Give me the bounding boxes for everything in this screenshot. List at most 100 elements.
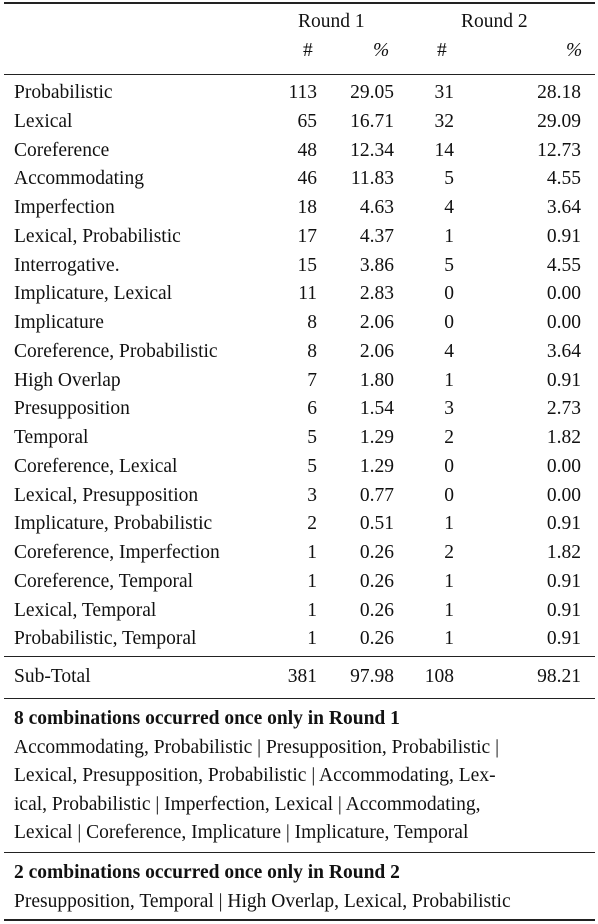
r2-percent: 0.91 — [546, 599, 581, 621]
subtotal-row: Sub-Total 381 97.98 108 98.21 — [0, 663, 598, 692]
table-row: Probabilistic, Temporal 1 0.26 1 0.91 — [0, 625, 598, 654]
r2-percent: 29.09 — [537, 110, 581, 132]
table-row: Coreference 48 12.34 14 12.73 — [0, 137, 598, 166]
note-round-1: 8 combinations occurred once only in Rou… — [14, 705, 589, 848]
r2-count: 1 — [444, 599, 454, 621]
r2-percent: 0.00 — [546, 283, 581, 305]
r1-count: 8 — [307, 312, 317, 333]
row-label: Implicature — [14, 312, 104, 333]
r2-percent: 0.00 — [546, 484, 581, 506]
r2-count: 0 — [444, 312, 454, 333]
notes-rule-1 — [4, 698, 595, 700]
r1-percent: 2.06 — [359, 340, 394, 362]
header-round-1: Round 1 — [298, 11, 365, 32]
r1-count: 18 — [297, 197, 318, 218]
header-rule — [4, 74, 595, 76]
row-label: Implicature, Probabilistic — [14, 513, 213, 535]
r2-count: 1 — [444, 369, 454, 391]
r2-count: 32 — [434, 110, 455, 132]
r2-count: 2 — [444, 427, 454, 448]
r2-count: 4 — [444, 197, 454, 218]
table-row: Lexical, Presupposition 3 0.77 0 0.00 — [0, 482, 598, 511]
row-label: High Overlap — [14, 369, 121, 391]
row-label: Coreference, Probabilistic — [14, 340, 218, 362]
r1-percent: 4.37 — [359, 225, 394, 247]
table-row: Lexical, Temporal 1 0.26 1 0.91 — [0, 597, 598, 626]
r1-percent: 0.26 — [359, 599, 394, 621]
table-row: Probabilistic 113 29.05 31 28.18 — [0, 79, 598, 108]
table-row: Implicature, Lexical 11 2.83 0 0.00 — [0, 280, 598, 309]
r1-count: 113 — [288, 82, 317, 103]
note-title: 8 combinations occurred once only in Rou… — [14, 708, 400, 729]
r1-percent: 1.80 — [359, 369, 394, 391]
r2-count: 31 — [434, 82, 455, 103]
row-label: Presupposition — [14, 398, 130, 420]
row-label: Lexical, Probabilistic — [14, 225, 181, 247]
r2-percent: 1.82 — [546, 427, 581, 448]
note-line: Lexical, Presupposition, Probabilistic |… — [14, 765, 496, 787]
subtotal-r2-count: 108 — [424, 666, 454, 687]
r1-percent: 0.77 — [359, 484, 394, 506]
subtotal-r2-pct: 98.21 — [537, 666, 581, 687]
note-round-2: 2 combinations occurred once only in Rou… — [14, 859, 589, 916]
table-row: Lexical 65 16.71 32 29.09 — [0, 108, 598, 137]
r2-count: 2 — [444, 542, 454, 563]
r2-count: 14 — [434, 139, 455, 161]
table-row: Coreference, Lexical 5 1.29 0 0.00 — [0, 453, 598, 482]
r1-percent: 1.29 — [359, 427, 394, 448]
r1-count: 1 — [307, 542, 317, 563]
table-row: Temporal 5 1.29 2 1.82 — [0, 424, 598, 453]
row-label: Probabilistic, Temporal — [14, 628, 197, 650]
notes-rule-2 — [4, 852, 595, 854]
row-label: Interrogative. — [14, 254, 120, 276]
table-row: Coreference, Imperfection 1 0.26 2 1.82 — [0, 539, 598, 568]
r1-percent: 1.29 — [359, 455, 394, 477]
row-label: Lexical, Temporal — [14, 599, 157, 621]
r1-count: 1 — [307, 599, 317, 621]
r2-percent: 0.00 — [546, 455, 581, 477]
r2-count: 0 — [444, 455, 454, 477]
r2-percent: 1.82 — [546, 542, 581, 563]
row-label: Probabilistic — [14, 82, 113, 103]
table-row: Lexical, Probabilistic 17 4.37 1 0.91 — [0, 223, 598, 252]
subtotal-rule — [4, 656, 595, 658]
header-r2-count: # — [437, 40, 447, 61]
r2-count: 1 — [444, 513, 454, 535]
r2-percent: 0.91 — [546, 225, 581, 247]
r2-count: 0 — [444, 484, 454, 506]
row-label: Coreference — [14, 139, 110, 161]
r2-percent: 4.55 — [546, 168, 581, 190]
r1-count: 1 — [307, 628, 317, 650]
note-title: 2 combinations occurred once only in Rou… — [14, 862, 400, 883]
r1-count: 48 — [297, 139, 318, 161]
subtotal-label: Sub-Total — [14, 666, 91, 687]
r1-percent: 16.71 — [350, 110, 394, 132]
row-label: Lexical, Presupposition — [14, 484, 199, 506]
r2-percent: 0.91 — [546, 513, 581, 535]
table-row: Presupposition 6 1.54 3 2.73 — [0, 395, 598, 424]
table-row: Coreference, Probabilistic 8 2.06 4 3.64 — [0, 338, 598, 367]
r2-percent: 0.91 — [546, 570, 581, 592]
r1-count: 3 — [307, 484, 317, 506]
table-row: Implicature, Probabilistic 2 0.51 1 0.91 — [0, 510, 598, 539]
r2-count: 1 — [444, 225, 454, 247]
table-row: High Overlap 7 1.80 1 0.91 — [0, 367, 598, 396]
r1-percent: 3.86 — [359, 254, 394, 276]
r1-percent: 0.26 — [359, 570, 394, 592]
table-row: Accommodating 46 11.83 5 4.55 — [0, 165, 598, 194]
r2-count: 5 — [444, 254, 454, 276]
r2-count: 0 — [444, 283, 454, 305]
header-round-2: Round 2 — [461, 11, 528, 32]
row-label: Coreference, Lexical — [14, 455, 178, 477]
r2-percent: 3.64 — [546, 197, 581, 218]
r2-count: 1 — [444, 628, 454, 650]
row-label: Lexical — [14, 110, 73, 132]
r1-percent: 1.54 — [359, 398, 394, 420]
note-line: ical, Probabilistic | Imperfection, Lexi… — [14, 793, 481, 815]
r1-percent: 2.06 — [359, 312, 394, 333]
note-line: Accommodating, Probabilistic | Presuppos… — [14, 736, 499, 758]
r1-percent: 0.26 — [359, 628, 394, 650]
r1-count: 8 — [307, 340, 317, 362]
r2-percent: 0.91 — [546, 628, 581, 650]
r2-count: 4 — [444, 340, 454, 362]
